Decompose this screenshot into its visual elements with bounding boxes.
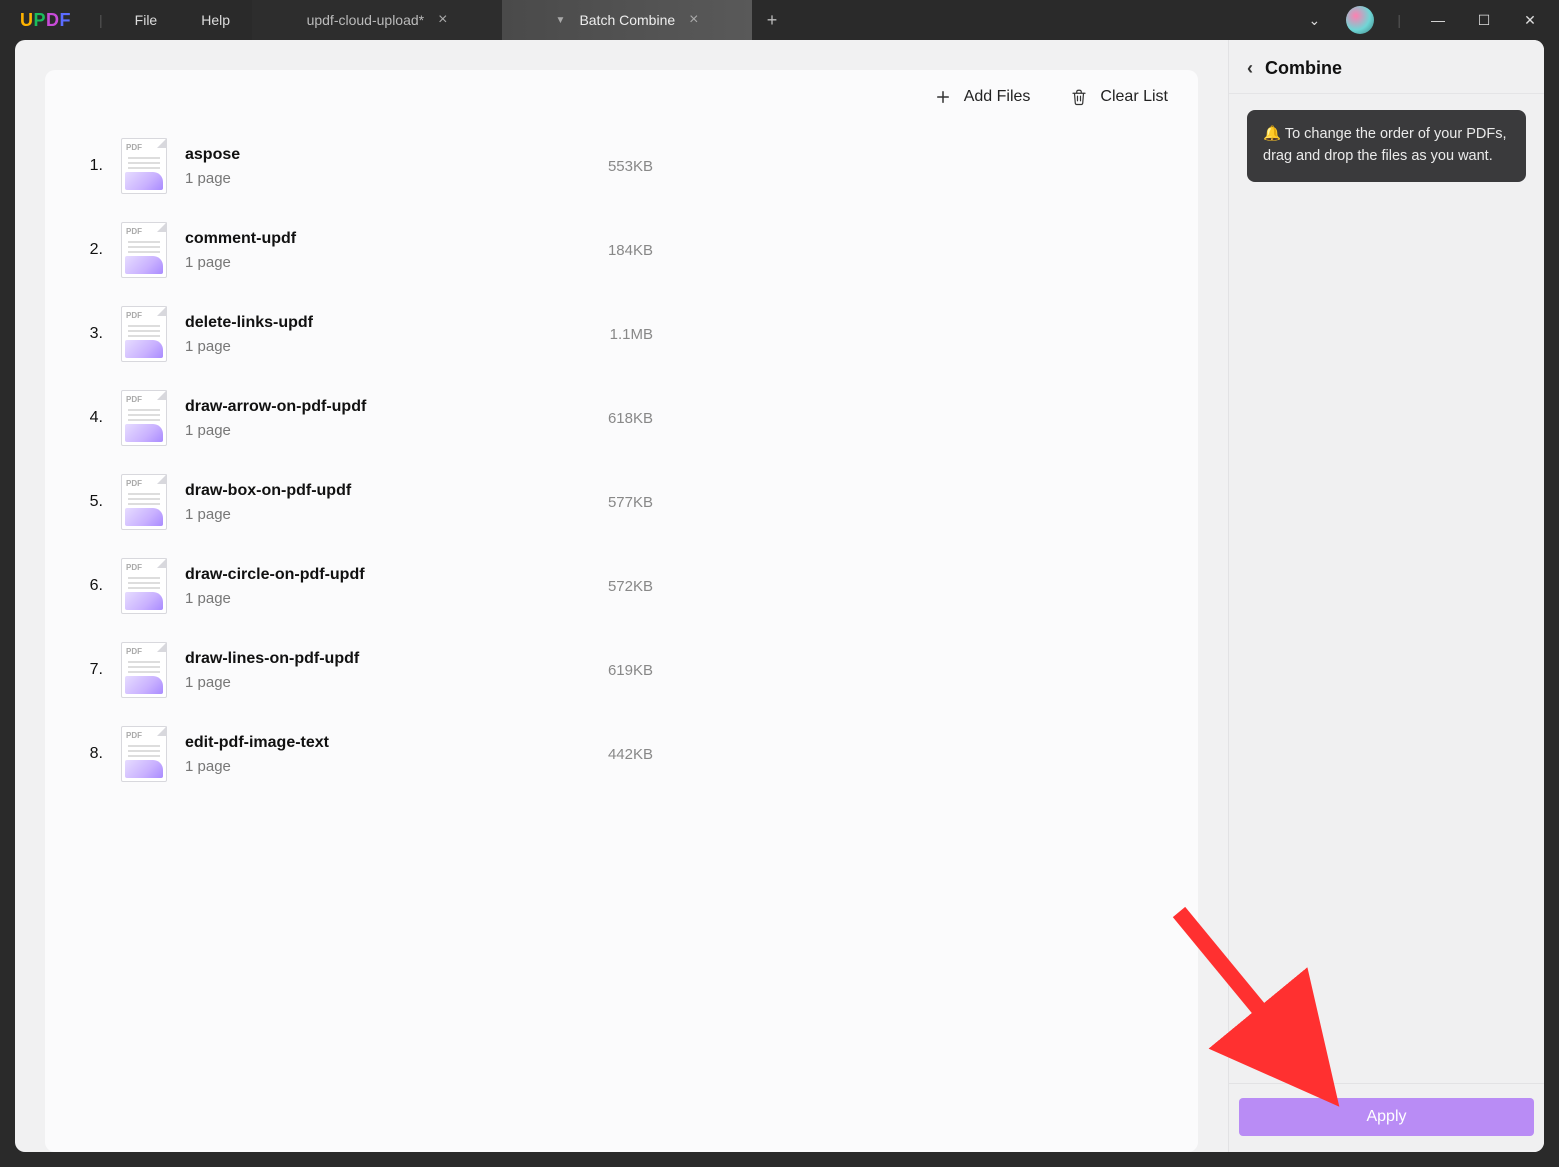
file-size: 1.1MB bbox=[563, 326, 653, 343]
minimize-button[interactable]: — bbox=[1419, 1, 1457, 39]
file-pages: 1 page bbox=[185, 590, 545, 607]
add-files-label: Add Files bbox=[964, 88, 1031, 106]
close-icon[interactable]: × bbox=[689, 11, 698, 29]
pdf-thumbnail-icon: PDF bbox=[121, 390, 167, 446]
tab-batch-combine[interactable]: ▼ Batch Combine × bbox=[502, 0, 752, 40]
file-name: draw-box-on-pdf-updf bbox=[185, 482, 545, 500]
file-meta: edit-pdf-image-text 1 page bbox=[185, 734, 545, 775]
plus-icon bbox=[934, 88, 952, 106]
clear-list-label: Clear List bbox=[1100, 88, 1168, 106]
file-size: 618KB bbox=[563, 410, 653, 427]
sidebar-footer: Apply bbox=[1229, 1083, 1544, 1152]
file-number: 1. bbox=[75, 157, 103, 175]
separator: | bbox=[89, 12, 113, 28]
pdf-thumbnail-icon: PDF bbox=[121, 726, 167, 782]
main-panel: Add Files Clear List 1. PDF aspose 1 page 55… bbox=[15, 40, 1228, 1152]
file-meta: aspose 1 page bbox=[185, 146, 545, 187]
file-pages: 1 page bbox=[185, 338, 545, 355]
file-meta: draw-box-on-pdf-updf 1 page bbox=[185, 482, 545, 523]
add-files-button[interactable]: Add Files bbox=[934, 88, 1031, 106]
file-size: 619KB bbox=[563, 662, 653, 679]
file-row[interactable]: 5. PDF draw-box-on-pdf-updf 1 page 577KB bbox=[75, 460, 1168, 544]
file-meta: draw-lines-on-pdf-updf 1 page bbox=[185, 650, 545, 691]
file-name: comment-updf bbox=[185, 230, 545, 248]
chevron-down-icon[interactable]: ⌄ bbox=[1295, 1, 1333, 39]
pdf-thumbnail-icon: PDF bbox=[121, 222, 167, 278]
file-pages: 1 page bbox=[185, 422, 545, 439]
file-toolbar: Add Files Clear List bbox=[45, 82, 1198, 120]
app-logo: UPDF bbox=[0, 10, 89, 31]
tip-box: 🔔 To change the order of your PDFs, drag… bbox=[1247, 110, 1526, 182]
bell-icon: 🔔 bbox=[1263, 126, 1281, 142]
apply-button[interactable]: Apply bbox=[1239, 1098, 1534, 1136]
file-panel: Add Files Clear List 1. PDF aspose 1 page 55… bbox=[45, 70, 1198, 1152]
file-size: 553KB bbox=[563, 158, 653, 175]
file-list: 1. PDF aspose 1 page 553KB 2. PDF comment-updf 1… bbox=[45, 120, 1198, 796]
user-avatar[interactable] bbox=[1341, 1, 1379, 39]
file-number: 3. bbox=[75, 325, 103, 343]
file-name: draw-lines-on-pdf-updf bbox=[185, 650, 545, 668]
file-size: 184KB bbox=[563, 242, 653, 259]
file-row[interactable]: 3. PDF delete-links-updf 1 page 1.1MB bbox=[75, 292, 1168, 376]
file-meta: delete-links-updf 1 page bbox=[185, 314, 545, 355]
file-number: 5. bbox=[75, 493, 103, 511]
file-name: draw-arrow-on-pdf-updf bbox=[185, 398, 545, 416]
new-tab-button[interactable]: + bbox=[752, 10, 792, 31]
workspace: Add Files Clear List 1. PDF aspose 1 page 55… bbox=[15, 40, 1544, 1152]
file-name: draw-circle-on-pdf-updf bbox=[185, 566, 545, 584]
trash-icon bbox=[1070, 88, 1088, 106]
file-size: 572KB bbox=[563, 578, 653, 595]
back-icon[interactable]: ‹ bbox=[1247, 58, 1253, 79]
file-number: 2. bbox=[75, 241, 103, 259]
file-meta: comment-updf 1 page bbox=[185, 230, 545, 271]
sidebar: ‹ Combine 🔔 To change the order of your … bbox=[1228, 40, 1544, 1152]
file-size: 577KB bbox=[563, 494, 653, 511]
file-name: edit-pdf-image-text bbox=[185, 734, 545, 752]
file-pages: 1 page bbox=[185, 674, 545, 691]
pdf-thumbnail-icon: PDF bbox=[121, 138, 167, 194]
tip-text: To change the order of your PDFs, drag a… bbox=[1263, 126, 1507, 164]
file-number: 8. bbox=[75, 745, 103, 763]
maximize-button[interactable]: ☐ bbox=[1465, 1, 1503, 39]
close-button[interactable]: ✕ bbox=[1511, 1, 1549, 39]
file-pages: 1 page bbox=[185, 170, 545, 187]
pdf-thumbnail-icon: PDF bbox=[121, 474, 167, 530]
menu-help[interactable]: Help bbox=[179, 12, 252, 28]
chevron-down-icon[interactable]: ▼ bbox=[556, 15, 566, 26]
tab-cloud-upload[interactable]: updf-cloud-upload* × bbox=[252, 0, 502, 40]
sidebar-title: Combine bbox=[1265, 58, 1342, 79]
file-row[interactable]: 2. PDF comment-updf 1 page 184KB bbox=[75, 208, 1168, 292]
tab-label: updf-cloud-upload* bbox=[307, 12, 425, 28]
file-meta: draw-arrow-on-pdf-updf 1 page bbox=[185, 398, 545, 439]
pdf-thumbnail-icon: PDF bbox=[121, 642, 167, 698]
file-meta: draw-circle-on-pdf-updf 1 page bbox=[185, 566, 545, 607]
file-number: 7. bbox=[75, 661, 103, 679]
tab-label: Batch Combine bbox=[579, 12, 675, 28]
file-name: delete-links-updf bbox=[185, 314, 545, 332]
file-number: 6. bbox=[75, 577, 103, 595]
file-size: 442KB bbox=[563, 746, 653, 763]
file-name: aspose bbox=[185, 146, 545, 164]
menu-file[interactable]: File bbox=[113, 12, 180, 28]
file-row[interactable]: 7. PDF draw-lines-on-pdf-updf 1 page 619KB bbox=[75, 628, 1168, 712]
pdf-thumbnail-icon: PDF bbox=[121, 558, 167, 614]
separator: | bbox=[1387, 12, 1411, 28]
file-pages: 1 page bbox=[185, 254, 545, 271]
close-icon[interactable]: × bbox=[438, 11, 447, 29]
file-pages: 1 page bbox=[185, 506, 545, 523]
pdf-thumbnail-icon: PDF bbox=[121, 306, 167, 362]
file-pages: 1 page bbox=[185, 758, 545, 775]
file-row[interactable]: 1. PDF aspose 1 page 553KB bbox=[75, 124, 1168, 208]
file-row[interactable]: 6. PDF draw-circle-on-pdf-updf 1 page 572KB bbox=[75, 544, 1168, 628]
clear-list-button[interactable]: Clear List bbox=[1070, 88, 1168, 106]
file-number: 4. bbox=[75, 409, 103, 427]
file-row[interactable]: 8. PDF edit-pdf-image-text 1 page 442KB bbox=[75, 712, 1168, 796]
file-row[interactable]: 4. PDF draw-arrow-on-pdf-updf 1 page 618KB bbox=[75, 376, 1168, 460]
sidebar-header: ‹ Combine bbox=[1229, 40, 1544, 94]
title-bar: UPDF | File Help updf-cloud-upload* × ▼ … bbox=[0, 0, 1559, 40]
